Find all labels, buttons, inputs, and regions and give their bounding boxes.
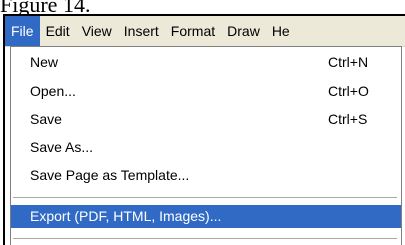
- menu-item-shortcut: Ctrl+N: [328, 54, 369, 70]
- menu-draw[interactable]: Draw: [221, 16, 266, 46]
- menu-separator: [13, 197, 397, 198]
- menu-item-export[interactable]: Export (PDF, HTML, Images)...: [11, 205, 401, 228]
- menu-item-label: Open...: [30, 83, 76, 99]
- menu-help[interactable]: He: [266, 16, 296, 46]
- menu-bar: File Edit View Insert Format Draw He: [5, 16, 405, 47]
- menu-item-shortcut: Ctrl+S: [328, 111, 368, 127]
- menu-separator: [13, 238, 397, 239]
- menu-item-save-page-as-template[interactable]: Save Page as Template...: [11, 164, 401, 187]
- menu-item-label: Save Page as Template...: [30, 167, 190, 183]
- menu-item-shortcut: Ctrl+O: [328, 83, 369, 99]
- menu-edit[interactable]: Edit: [40, 16, 76, 46]
- menu-item-save[interactable]: Save Ctrl+S: [11, 108, 401, 131]
- menu-item-open[interactable]: Open... Ctrl+O: [11, 80, 401, 103]
- menu-item-save-as[interactable]: Save As...: [11, 136, 401, 159]
- menu-item-new[interactable]: New Ctrl+N: [11, 51, 401, 74]
- application-window: File Edit View Insert Format Draw He New…: [3, 14, 405, 245]
- menu-file[interactable]: File: [5, 16, 40, 46]
- menu-view[interactable]: View: [76, 16, 118, 46]
- menu-insert[interactable]: Insert: [118, 16, 165, 46]
- menu-item-label: Export (PDF, HTML, Images)...: [30, 208, 222, 224]
- file-menu-dropdown: New Ctrl+N Open... Ctrl+O Save Ctrl+S Sa…: [10, 46, 402, 245]
- menu-item-label: New: [30, 54, 59, 70]
- menu-item-label: Save As...: [30, 139, 94, 155]
- menu-format[interactable]: Format: [165, 16, 221, 46]
- menu-item-label: Save: [30, 111, 62, 127]
